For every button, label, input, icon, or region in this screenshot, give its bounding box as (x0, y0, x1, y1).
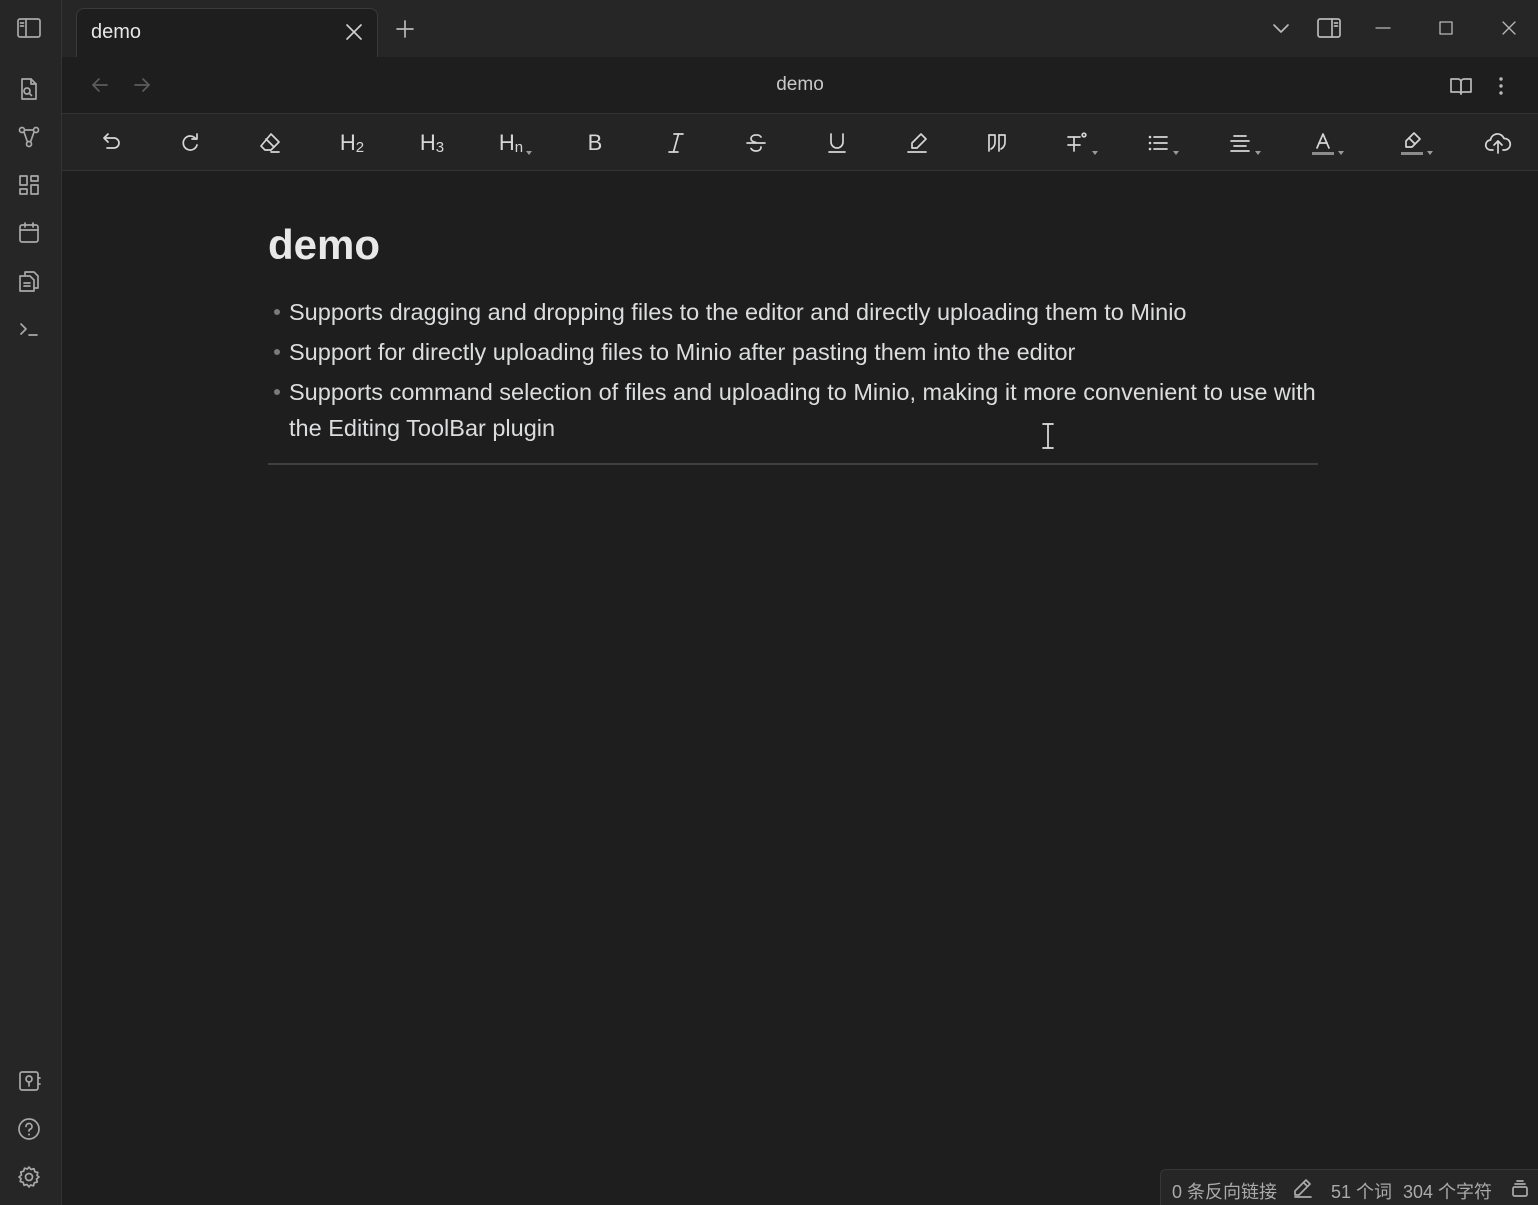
list-item[interactable]: Supports dragging and dropping files to … (268, 294, 1318, 330)
dropdown-caret-icon (1427, 151, 1433, 155)
list-item-text: Supports dragging and dropping files to … (289, 299, 1187, 326)
eraser-icon[interactable] (247, 127, 293, 159)
editing-toolbar: H2 H3 Hn B (62, 113, 1538, 171)
h3-label: H (419, 130, 436, 155)
tab-bar: demo (62, 0, 1538, 57)
canvas-icon[interactable] (14, 170, 44, 200)
command-palette-icon[interactable] (14, 314, 44, 344)
italic-icon[interactable] (653, 127, 699, 159)
text-format-dropdown[interactable] (1054, 127, 1100, 159)
tab-list-chevron-down-icon[interactable] (1267, 14, 1295, 42)
dropdown-caret-icon (1338, 151, 1344, 155)
status-bar: 0 条反向链接 51 个词 304 个字符 (1160, 1169, 1538, 1205)
list-item[interactable]: Supports command selection of files and … (268, 374, 1318, 446)
undo-icon[interactable] (87, 127, 133, 159)
reading-view-book-icon[interactable] (1448, 73, 1474, 99)
underline-icon[interactable] (814, 127, 860, 159)
new-tab-icon[interactable] (392, 16, 418, 42)
more-options-icon[interactable] (1488, 73, 1514, 99)
help-icon[interactable] (14, 1114, 44, 1144)
hn-sub-label: n (514, 139, 524, 156)
editing-mode-pencil-icon[interactable] (1291, 1177, 1313, 1199)
background-color-dropdown[interactable] (1389, 127, 1435, 159)
h2-sub-label: 2 (355, 139, 365, 156)
bold-label: B (587, 130, 603, 155)
list-dropdown[interactable] (1135, 127, 1181, 159)
bullet-dot (274, 389, 280, 396)
backlinks-count[interactable]: 0 条反向链接 (1172, 1178, 1277, 1204)
close-window-icon[interactable] (1495, 14, 1523, 42)
vault-switch-icon[interactable] (14, 1066, 44, 1096)
h2-label: H (339, 130, 356, 155)
word-count: 51 个词 (1331, 1182, 1393, 1202)
editor-content[interactable]: demo Supports dragging and dropping file… (268, 200, 1318, 450)
redo-icon[interactable] (168, 127, 214, 159)
sync-status-icon[interactable] (1510, 1178, 1530, 1198)
dropdown-caret-icon (526, 151, 532, 155)
daily-note-calendar-icon[interactable] (14, 218, 44, 248)
blockquote-icon[interactable] (975, 127, 1021, 159)
dropdown-caret-icon (1173, 151, 1179, 155)
toggle-sidebar-icon[interactable] (14, 13, 44, 43)
heading-3-button[interactable]: H3 (409, 127, 455, 159)
templates-icon[interactable] (14, 266, 44, 296)
heading-2-button[interactable]: H2 (329, 127, 375, 159)
bold-button[interactable]: B (572, 127, 618, 159)
graph-view-icon[interactable] (14, 122, 44, 152)
upload-to-minio-cloud-icon[interactable] (1475, 127, 1521, 159)
list-item-text: Support for directly uploading files to … (289, 339, 1076, 366)
bullet-list: Supports dragging and dropping files to … (268, 294, 1318, 446)
font-color-dropdown[interactable] (1300, 127, 1346, 159)
horizontal-rule (268, 463, 1318, 465)
toggle-right-sidebar-icon[interactable] (1315, 14, 1343, 42)
close-tab-icon[interactable] (343, 21, 365, 43)
align-dropdown[interactable] (1217, 127, 1263, 159)
text-cursor-icon (1039, 421, 1057, 451)
bullet-dot (274, 309, 280, 316)
view-header: demo (62, 57, 1538, 113)
strikethrough-icon[interactable] (733, 127, 779, 159)
tab-demo[interactable]: demo (76, 8, 378, 57)
document-title[interactable]: demo (268, 221, 1318, 268)
character-count: 304 个字符 (1403, 1182, 1493, 1202)
bullet-dot (274, 349, 280, 356)
h3-sub-label: 3 (435, 139, 445, 156)
maximize-window-icon[interactable] (1432, 14, 1460, 42)
heading-level-dropdown[interactable]: Hn (488, 127, 534, 159)
view-header-title[interactable]: demo (62, 74, 1538, 96)
tab-title: demo (91, 21, 142, 43)
dropdown-caret-icon (1092, 151, 1098, 155)
open-quick-switcher-icon[interactable] (14, 74, 44, 104)
hn-label: H (498, 130, 515, 155)
highlighter-icon[interactable] (894, 127, 940, 159)
settings-icon[interactable] (14, 1162, 44, 1192)
dropdown-caret-icon (1255, 151, 1261, 155)
minimize-window-icon[interactable] (1369, 14, 1397, 42)
list-item-text: Supports command selection of files and … (289, 379, 1316, 442)
list-item[interactable]: Support for directly uploading files to … (268, 334, 1318, 370)
left-ribbon (0, 0, 62, 1205)
